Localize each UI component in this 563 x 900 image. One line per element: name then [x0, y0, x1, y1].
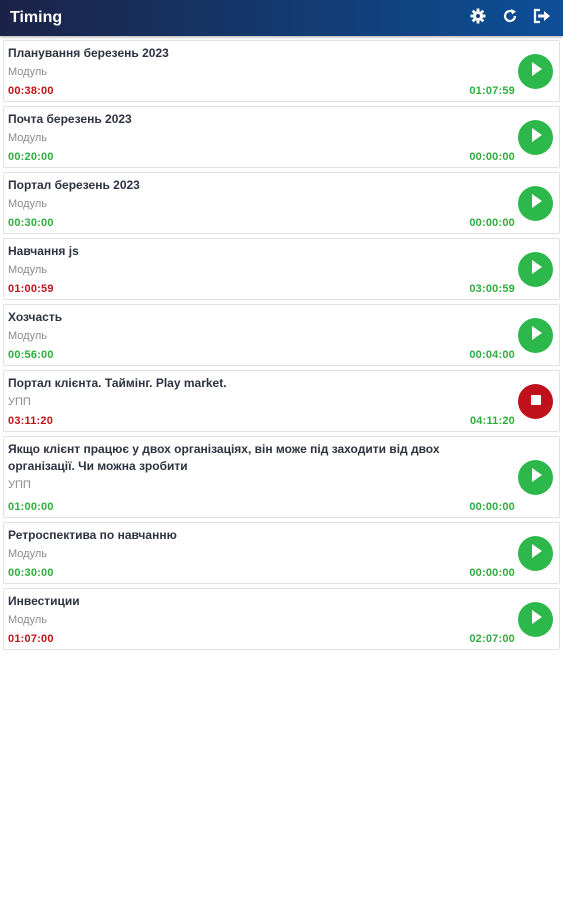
task-planned-time: 00:00:00 — [469, 217, 515, 229]
play-icon — [529, 61, 543, 82]
task-planned-time: 00:00:00 — [469, 567, 515, 579]
refresh-icon — [502, 8, 518, 29]
task-planned-time: 00:00:00 — [469, 501, 515, 513]
play-icon — [529, 193, 543, 214]
task-card[interactable]: Навчання js Модуль 01:00:59 03:00:59 — [3, 238, 560, 300]
task-name: Планування березень 2023 — [8, 46, 169, 60]
settings-button[interactable] — [467, 7, 489, 29]
task-card[interactable]: Портал клієнта. Таймінг. Play market. УПП… — [3, 370, 560, 432]
task-card[interactable]: Якщо клієнт працює у двох організаціях, … — [3, 436, 560, 518]
task-spent-time: 00:38:00 — [8, 85, 54, 97]
gear-icon — [470, 8, 486, 29]
task-name: Почта березень 2023 — [8, 112, 132, 126]
task-type: Модуль — [8, 198, 47, 210]
task-name: Хозчасть — [8, 310, 63, 324]
play-icon — [529, 259, 543, 280]
start-timer-button[interactable] — [518, 602, 553, 637]
play-icon — [529, 325, 543, 346]
refresh-button[interactable] — [499, 7, 521, 29]
task-type: Модуль — [8, 548, 47, 560]
task-spent-time: 01:00:00 — [8, 501, 54, 513]
task-type: Модуль — [8, 614, 47, 626]
task-type: Модуль — [8, 264, 47, 276]
task-name: Инвестиции — [8, 594, 80, 608]
task-spent-time: 00:20:00 — [8, 151, 54, 163]
task-planned-time: 00:04:00 — [469, 349, 515, 361]
task-type: Модуль — [8, 132, 47, 144]
play-icon — [529, 609, 543, 630]
stop-icon — [530, 393, 542, 411]
app-title: Timing — [10, 9, 63, 26]
start-timer-button[interactable] — [518, 252, 553, 287]
task-card[interactable]: Хозчасть Модуль 00:56:00 00:04:00 — [3, 304, 560, 366]
task-spent-time: 01:00:59 — [8, 283, 54, 295]
task-name: Навчання js — [8, 244, 79, 258]
task-name: Портал клієнта. Таймінг. Play market. — [8, 376, 227, 390]
task-spent-time: 03:11:20 — [8, 415, 54, 427]
stop-timer-button[interactable] — [518, 384, 553, 419]
task-type: УПП — [8, 396, 31, 408]
play-icon — [529, 467, 543, 488]
start-timer-button[interactable] — [518, 186, 553, 221]
task-list: Планування березень 2023 Модуль 00:38:00 01… — [3, 40, 560, 654]
task-card[interactable]: Почта березень 2023 Модуль 00:20:00 00:00:0… — [3, 106, 560, 168]
start-timer-button[interactable] — [518, 120, 553, 155]
task-spent-time: 00:56:00 — [8, 349, 54, 361]
play-icon — [529, 127, 543, 148]
logout-button[interactable] — [531, 7, 553, 29]
start-timer-button[interactable] — [518, 460, 553, 495]
task-card[interactable]: Ретроспектива по навчанню Модуль 00:30:00 0… — [3, 522, 560, 584]
task-name: Ретроспектива по навчанню — [8, 528, 177, 542]
task-name: Якщо клієнт працює у двох організаціях, … — [8, 442, 440, 473]
task-card[interactable]: Планування березень 2023 Модуль 00:38:00 01… — [3, 40, 560, 102]
task-planned-time: 01:07:59 — [469, 85, 515, 97]
task-card[interactable]: Инвестиции Модуль 01:07:00 02:07:00 — [3, 588, 560, 650]
play-icon — [529, 543, 543, 564]
task-card[interactable]: Портал березень 2023 Модуль 00:30:00 00:00:… — [3, 172, 560, 234]
start-timer-button[interactable] — [518, 536, 553, 571]
task-type: Модуль — [8, 330, 47, 342]
task-planned-time: 00:00:00 — [469, 151, 515, 163]
task-spent-time: 01:07:00 — [8, 633, 54, 645]
task-name: Портал березень 2023 — [8, 178, 140, 192]
app-bar-actions — [467, 7, 553, 29]
start-timer-button[interactable] — [518, 54, 553, 89]
task-spent-time: 00:30:00 — [8, 217, 54, 229]
app-bar: Timing — [0, 0, 563, 36]
task-type: УПП — [8, 479, 31, 491]
task-spent-time: 00:30:00 — [8, 567, 54, 579]
task-planned-time: 03:00:59 — [469, 283, 515, 295]
task-planned-time: 04:11:20 — [469, 415, 515, 427]
task-type: Модуль — [8, 66, 47, 78]
logout-icon — [533, 8, 551, 29]
task-planned-time: 02:07:00 — [469, 633, 515, 645]
start-timer-button[interactable] — [518, 318, 553, 353]
